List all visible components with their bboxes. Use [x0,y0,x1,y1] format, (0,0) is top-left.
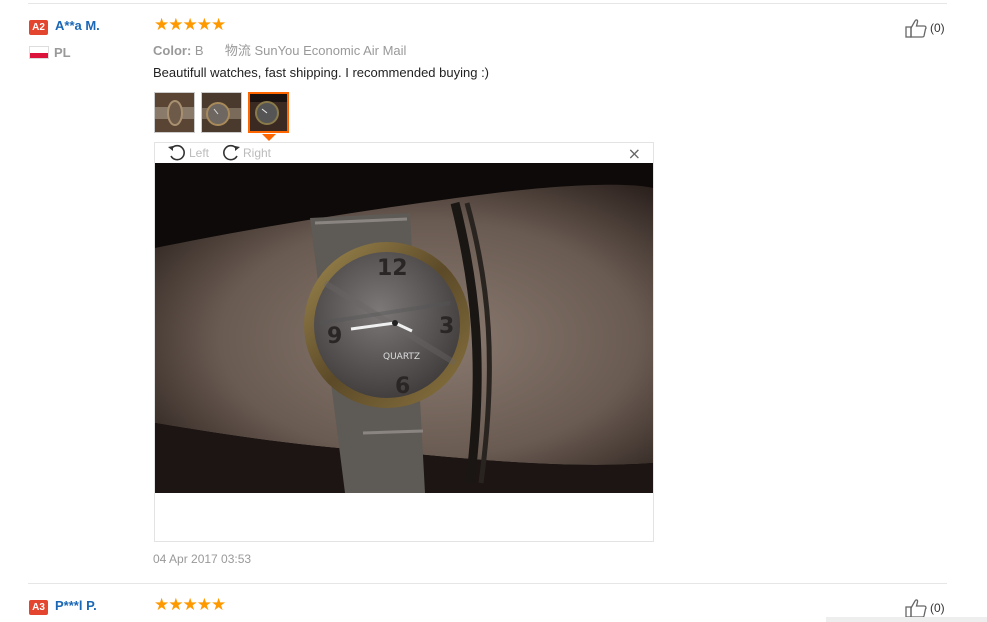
rotate-right-icon [223,144,240,161]
photo-viewer: Left Right × 12 3 6 9 QUARTZ [154,142,654,542]
reviewer-name: A**a M. [55,18,100,33]
order-info: Color: B 物流 SunYou Economic Air Mail [153,40,406,59]
rotate-left-label: Left [189,146,210,160]
shipping-method: 物流 SunYou Economic Air Mail [224,43,407,58]
scroll-edge [826,617,987,622]
star-rating: ★ ★ ★ ★ ★ [154,15,226,35]
rotate-left-button[interactable]: Left [167,143,209,163]
color-label: Color: [153,43,192,58]
color-value: B [194,43,204,58]
review-photo-thumbnail[interactable] [201,92,242,133]
photo-thumbnail-3 [250,94,287,131]
star-icon: ★ [182,595,198,615]
star-rating: ★ ★ ★ ★ ★ [154,595,226,615]
buyer-level-badge: A3 [29,600,48,615]
watch-brand-label: QUARTZ [383,352,420,362]
rotate-right-button[interactable]: Right [221,143,271,163]
thumbs-up-icon [905,19,927,38]
star-icon: ★ [196,15,212,35]
reviewer-name: P***l P. [55,598,97,613]
helpful-count: (0) [930,21,945,35]
watch-on-wrist-photo: 12 3 6 9 QUARTZ [155,163,653,493]
review-photo-thumbnail-selected[interactable] [248,92,289,133]
review-date: 04 Apr 2017 03:53 [153,552,252,566]
photo-thumbnail-1 [155,93,194,132]
star-icon: ★ [154,15,169,35]
star-icon: ★ [168,595,183,615]
photo-thumbnail-2 [202,93,241,132]
helpful-count: (0) [930,601,945,615]
thumbs-up-icon [905,599,927,618]
star-icon: ★ [154,595,169,615]
country-flag-icon [29,46,49,59]
buyer-level-badge: A2 [29,20,48,35]
divider [28,3,947,4]
review-text: Beautifull watches, fast shipping. I rec… [153,65,490,80]
dial-numeral-3: 3 [439,314,454,339]
star-icon: ★ [196,595,212,615]
star-icon: ★ [168,15,183,35]
helpful-button[interactable]: (0) [905,598,945,618]
reviewer-country: PL [54,45,71,60]
selected-thumb-pointer [262,134,276,141]
review-photo-large: 12 3 6 9 QUARTZ [155,163,653,493]
close-viewer-button[interactable]: × [628,145,641,163]
review-photo-thumbnail[interactable] [154,92,195,133]
helpful-button[interactable]: (0) [905,18,945,38]
star-icon: ★ [211,15,226,35]
dial-numeral-6: 6 [395,374,410,399]
divider [28,583,947,584]
rotate-left-icon [168,144,185,161]
dial-numeral-12: 12 [377,256,408,281]
star-icon: ★ [211,595,226,615]
star-icon: ★ [182,15,198,35]
dial-numeral-9: 9 [327,324,342,349]
rotate-right-label: Right [243,146,272,160]
